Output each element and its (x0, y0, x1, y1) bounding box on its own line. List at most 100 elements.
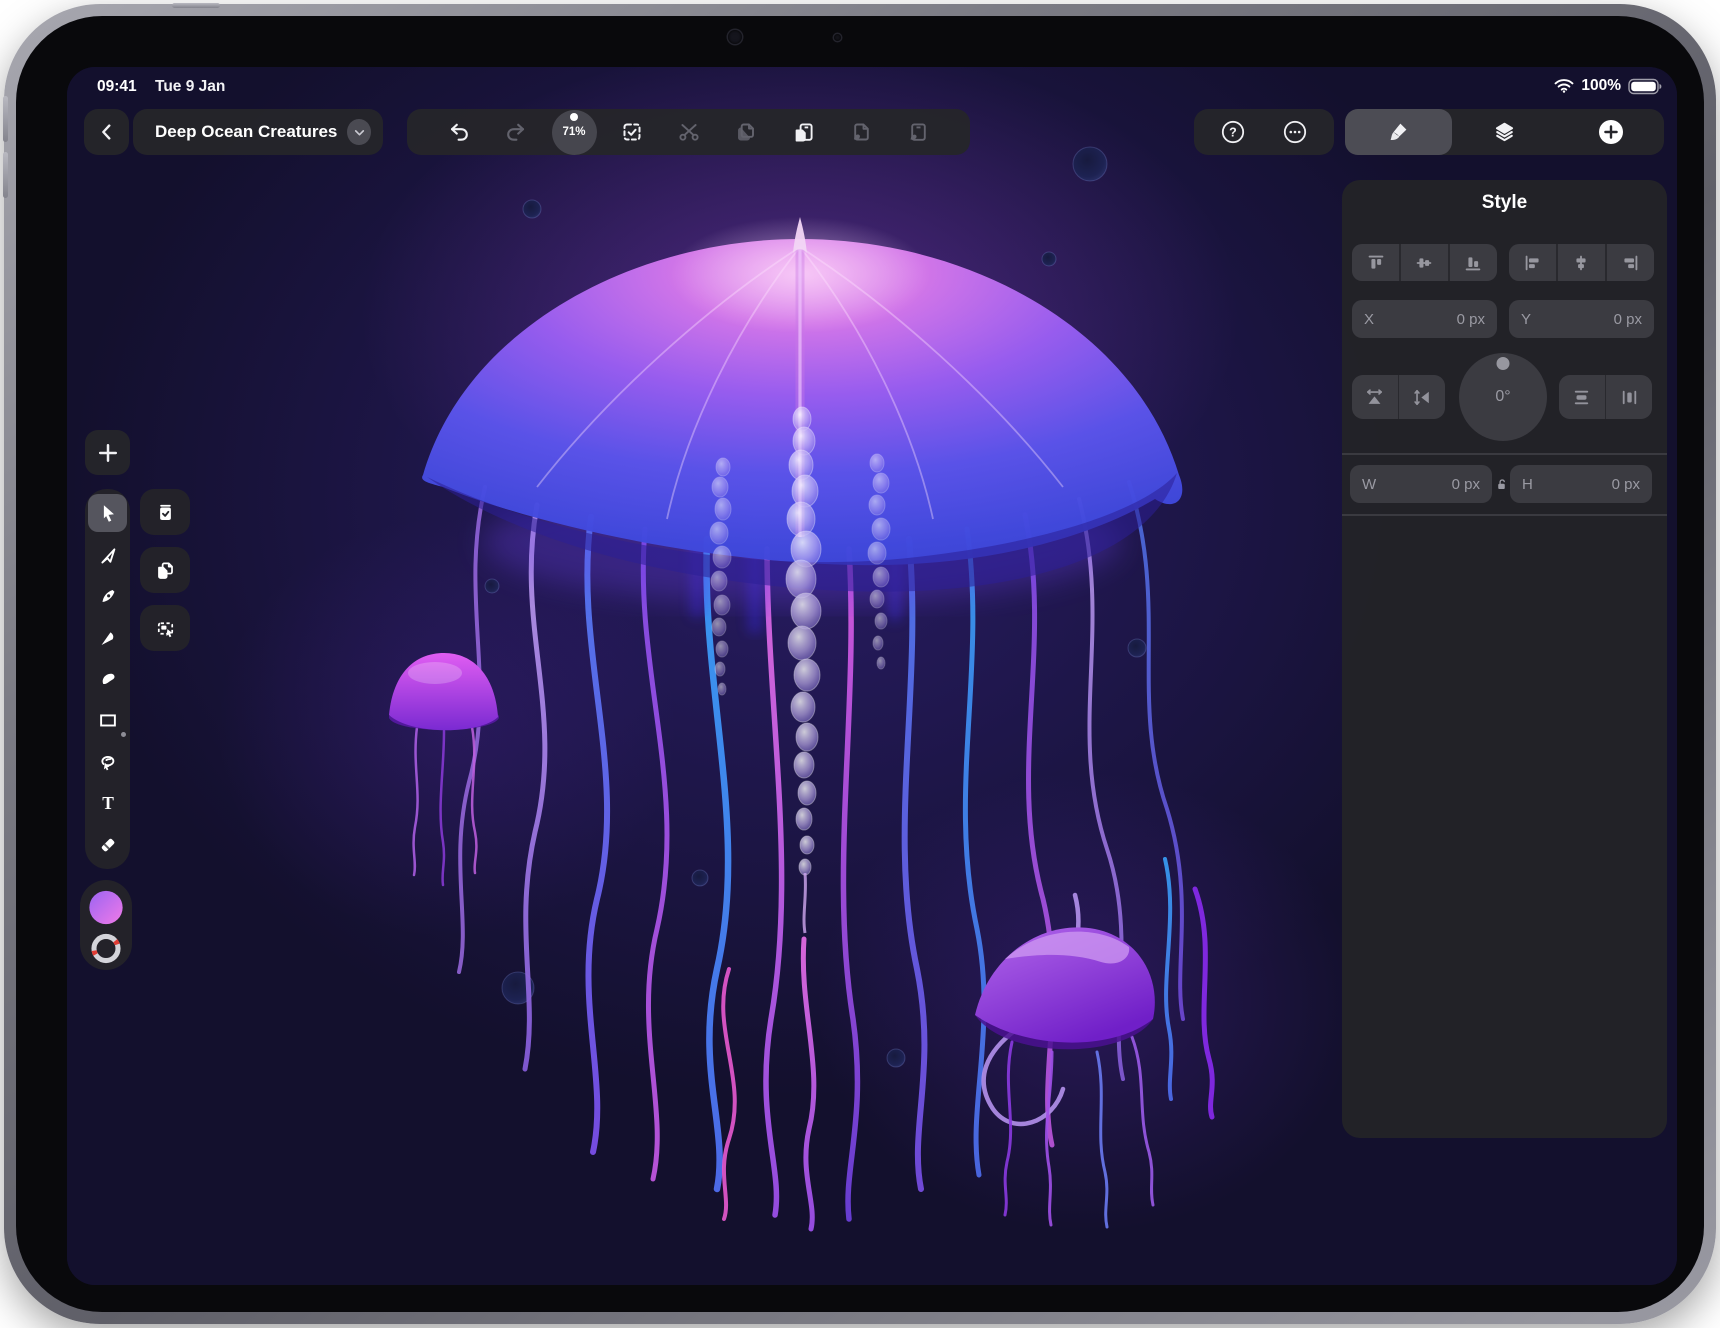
top-button (172, 3, 220, 8)
zoom-level: 71% (562, 126, 585, 138)
battery-icon (1628, 78, 1662, 95)
width-field[interactable]: W 0 px (1350, 465, 1492, 503)
rotation-knob (1497, 357, 1510, 370)
redo-button[interactable] (494, 110, 538, 154)
color-wells (80, 880, 132, 970)
tool-select[interactable] (88, 494, 127, 532)
tool-lasso[interactable] (88, 743, 127, 781)
align-top-button[interactable] (1352, 244, 1399, 281)
tool-strip: T (85, 489, 130, 869)
style-brush-icon (1386, 120, 1410, 144)
tool-pencil[interactable] (88, 619, 127, 657)
align-vertical-center-button[interactable] (1401, 244, 1448, 281)
status-date: Tue 9 Jan (155, 78, 225, 96)
height-field[interactable]: H 0 px (1510, 465, 1652, 503)
align-left-button[interactable] (1509, 244, 1556, 281)
fill-color-well[interactable] (88, 889, 125, 929)
distribute-group (1559, 375, 1652, 419)
align-bottom-button[interactable] (1450, 244, 1497, 281)
tab-add[interactable] (1589, 110, 1633, 154)
lock-ratio-button[interactable] (1492, 466, 1510, 502)
rotation-value: 0° (1495, 388, 1510, 406)
paste-style-button[interactable] (839, 110, 883, 154)
h-value: 0 px (1612, 476, 1640, 493)
style-panel: Style X 0 px (1342, 180, 1667, 1138)
flip-horizontal-button[interactable] (1352, 375, 1398, 419)
volume-up-button (3, 96, 8, 142)
select-marquee-button[interactable] (610, 110, 654, 154)
document-title-button[interactable]: Deep Ocean Creatures (133, 109, 383, 155)
copy-button[interactable] (724, 110, 768, 154)
pen-nib-icon (97, 585, 119, 607)
zoom-level-button[interactable]: 71% (552, 110, 597, 155)
status-bar: 09:41 Tue 9 Jan 100% (67, 75, 1677, 101)
svg-text:?: ? (1230, 126, 1238, 140)
vertical-align-group (1352, 244, 1497, 281)
y-label: Y (1521, 311, 1531, 328)
cursor-arrow-icon (97, 502, 119, 524)
tool-eraser[interactable] (88, 826, 127, 864)
lasso-icon (97, 751, 119, 773)
x-label: X (1364, 311, 1374, 328)
undo-button[interactable] (437, 110, 481, 154)
align-right-button[interactable] (1607, 244, 1654, 281)
chevron-down-icon (347, 119, 371, 145)
plus-icon (95, 440, 121, 466)
flip-vertical-button[interactable] (1399, 375, 1445, 419)
tool-text[interactable]: T (88, 784, 127, 822)
inspector-tabbar (1345, 109, 1664, 155)
back-button[interactable] (85, 110, 129, 154)
tool-node-select[interactable] (88, 536, 127, 574)
tab-style[interactable] (1376, 110, 1420, 154)
style-panel-title: Style (1342, 192, 1667, 214)
paste-button[interactable] (782, 110, 826, 154)
cut-button[interactable] (667, 110, 711, 154)
screenshot: 09:41 Tue 9 Jan 100% (0, 0, 1720, 1328)
lock-open-icon (1493, 476, 1510, 493)
help-toolbar: ? (1194, 109, 1334, 155)
tab-layers[interactable] (1482, 110, 1526, 154)
duplicate-button[interactable] (140, 547, 190, 593)
zoom-indicator-dot (570, 113, 578, 121)
tool-options-dot (121, 732, 126, 737)
brush-blob-icon (97, 668, 119, 690)
help-button[interactable]: ? (1211, 110, 1255, 154)
paste-inside-button[interactable] (896, 110, 940, 154)
svg-text:T: T (102, 793, 114, 813)
tool-brush[interactable] (88, 660, 127, 698)
screen: 09:41 Tue 9 Jan 100% (67, 67, 1677, 1285)
divider (1342, 514, 1667, 516)
divider (1342, 453, 1667, 455)
more-options-button[interactable] (1273, 110, 1317, 154)
place-image-button[interactable] (140, 605, 190, 651)
h-label: H (1522, 476, 1533, 493)
eraser-icon (97, 834, 119, 856)
rotation-dial[interactable]: 0° (1459, 353, 1547, 441)
w-value: 0 px (1452, 476, 1480, 493)
clipboard-check-icon (154, 501, 177, 524)
select-objects-button[interactable] (140, 489, 190, 535)
bezel: 09:41 Tue 9 Jan 100% (16, 16, 1704, 1312)
add-object-button[interactable] (86, 431, 130, 475)
x-value: 0 px (1457, 311, 1485, 328)
pencil-cone-icon (97, 627, 119, 649)
sensor-dot (834, 34, 841, 41)
node-arrow-icon (97, 544, 119, 566)
x-position-field[interactable]: X 0 px (1352, 300, 1497, 338)
stroke-color-well[interactable] (88, 930, 125, 970)
y-position-field[interactable]: Y 0 px (1509, 300, 1654, 338)
wifi-icon (1554, 78, 1574, 94)
image-select-icon (154, 617, 177, 640)
document-title: Deep Ocean Creatures (155, 122, 337, 142)
ipad-device-frame: 09:41 Tue 9 Jan 100% (4, 4, 1716, 1324)
distribute-horizontal-button[interactable] (1606, 375, 1652, 419)
tool-pen[interactable] (88, 577, 127, 615)
align-horizontal-center-button[interactable] (1558, 244, 1605, 281)
text-tool-icon: T (97, 792, 119, 814)
distribute-vertical-button[interactable] (1559, 375, 1605, 419)
tool-shape[interactable] (88, 701, 127, 739)
front-camera (728, 30, 742, 44)
y-value: 0 px (1614, 311, 1642, 328)
duplicate-pages-icon (154, 559, 177, 582)
add-plus-icon (1597, 118, 1625, 146)
